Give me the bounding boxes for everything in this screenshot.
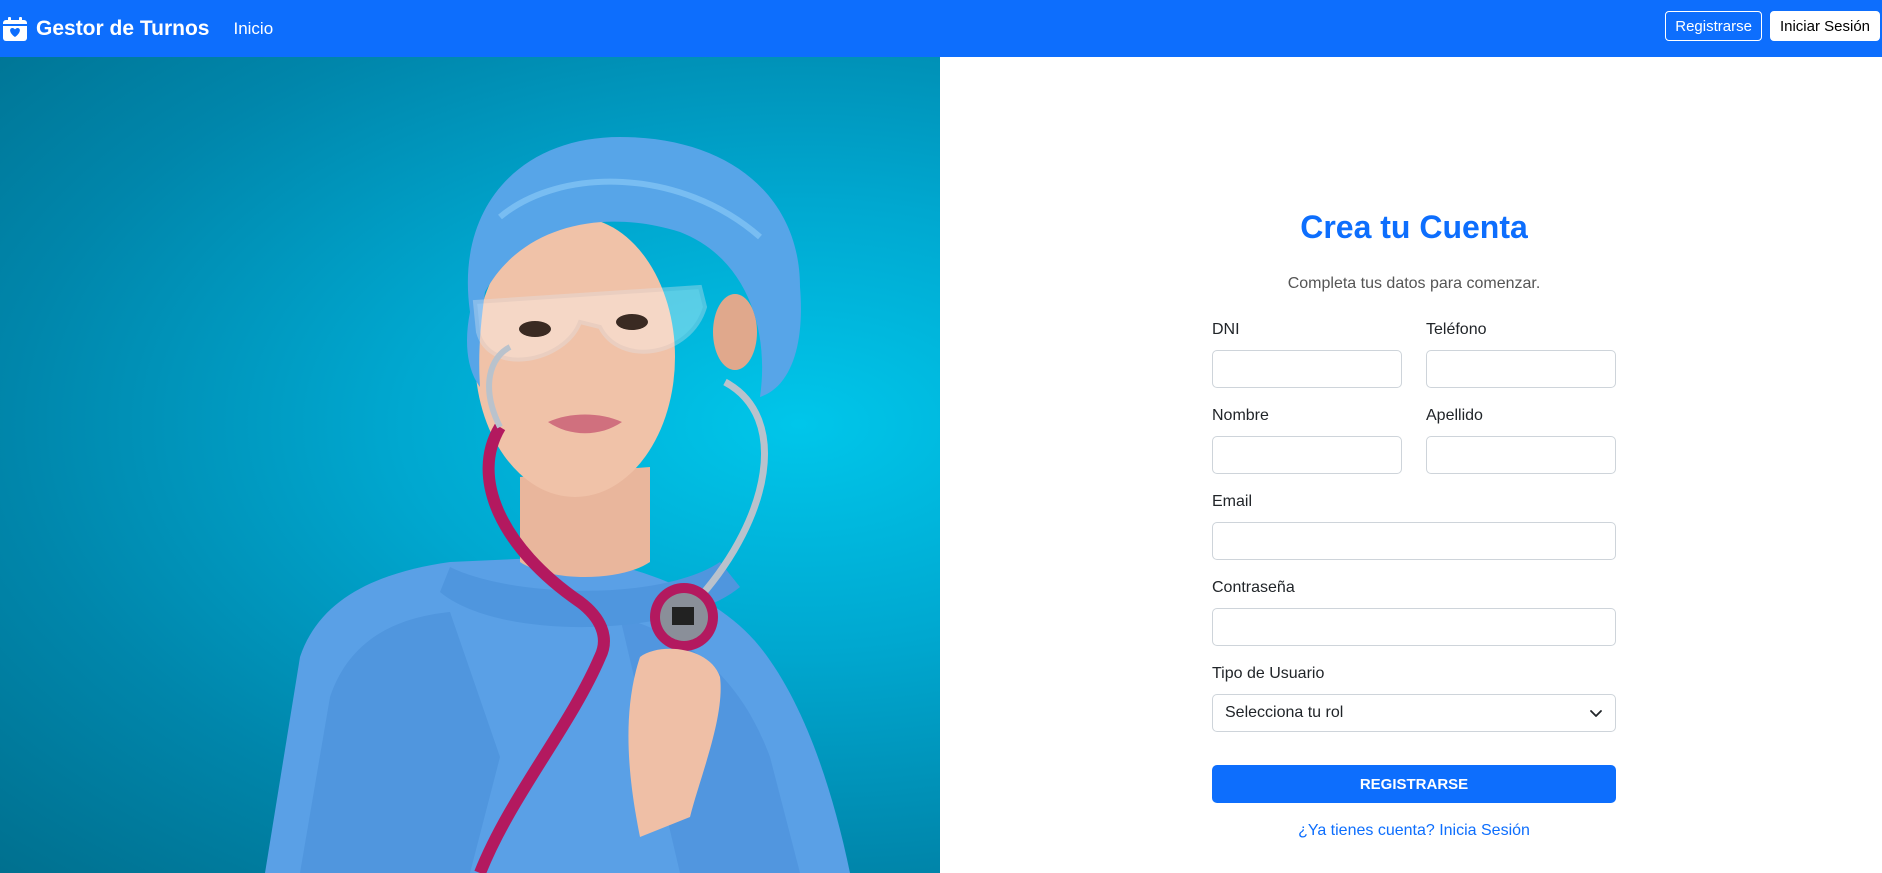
chevron-down-icon <box>1589 706 1603 720</box>
user-type-selected: Selecciona tu rol <box>1225 704 1344 721</box>
nombre-input[interactable] <box>1212 436 1402 474</box>
user-type-label: Tipo de Usuario <box>1212 665 1325 682</box>
telefono-label: Teléfono <box>1426 321 1487 338</box>
nav-actions: Registrarse Iniciar Sesión <box>1665 11 1880 41</box>
nav-home-link[interactable]: Inicio <box>233 19 273 39</box>
navbar: Gestor de Turnos Inicio Registrarse Inic… <box>0 0 1882 57</box>
dni-input[interactable] <box>1212 350 1402 388</box>
form-title: Crea tu Cuenta <box>1300 209 1528 245</box>
calendar-heart-icon <box>2 16 28 42</box>
email-label: Email <box>1212 493 1253 510</box>
hero-image <box>0 57 940 873</box>
nav-login-button[interactable]: Iniciar Sesión <box>1769 11 1880 41</box>
nav-register-button[interactable]: Registrarse <box>1665 11 1762 41</box>
doctor-illustration <box>265 137 850 873</box>
nombre-label: Nombre <box>1212 407 1269 424</box>
apellido-input[interactable] <box>1426 436 1616 474</box>
brand[interactable]: Gestor de Turnos <box>2 16 209 42</box>
email-input[interactable] <box>1212 522 1616 560</box>
register-submit-button[interactable]: REGISTRARSE <box>1212 765 1616 803</box>
brand-name: Gestor de Turnos <box>36 16 210 40</box>
dni-label: DNI <box>1212 321 1240 338</box>
apellido-label: Apellido <box>1426 407 1483 424</box>
password-label: Contraseña <box>1212 579 1295 596</box>
telefono-input[interactable] <box>1426 350 1616 388</box>
form-subtitle: Completa tus datos para comenzar. <box>1287 275 1541 292</box>
login-link[interactable]: ¿Ya tienes cuenta? Inicia Sesión <box>1212 822 1616 840</box>
user-type-select[interactable]: Selecciona tu rol <box>1212 694 1616 732</box>
password-input[interactable] <box>1212 608 1616 646</box>
